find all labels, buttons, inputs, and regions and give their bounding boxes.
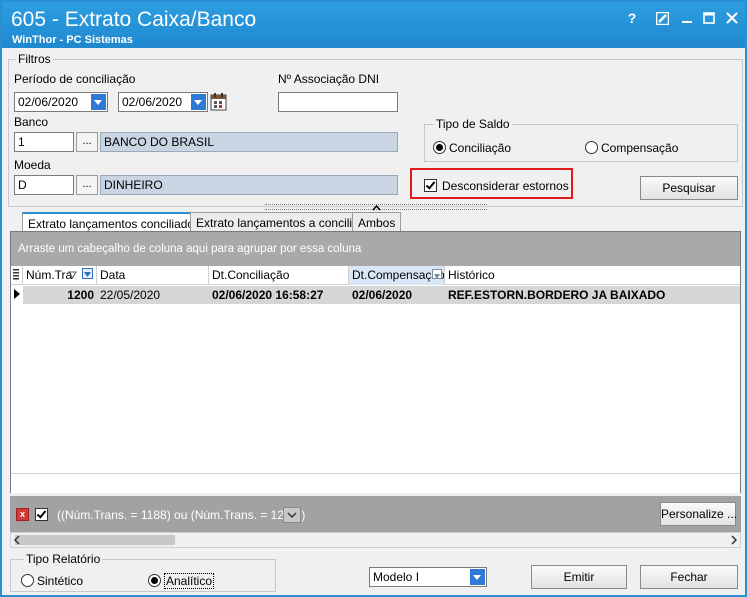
- banco-code-input[interactable]: 1: [14, 132, 74, 152]
- moeda-label: Moeda: [14, 158, 51, 172]
- modelo-select[interactable]: Modelo I: [369, 567, 487, 587]
- scrollbar-thumb[interactable]: [15, 535, 175, 545]
- grid-header: Núm.Tra Data Dt.Conciliação Dt.Compensaç…: [11, 266, 740, 285]
- tipo-relatorio-label: Tipo Relatório: [24, 552, 103, 566]
- cell-dt-conciliacao: 02/06/2020 16:58:27: [212, 288, 324, 302]
- compensacao-radio[interactable]: [585, 141, 598, 154]
- column-chooser-icon: [13, 269, 19, 280]
- col-num-trans-label: Núm.Tra: [26, 268, 73, 282]
- minimize-button[interactable]: [677, 8, 697, 28]
- date-from-dropdown-icon[interactable]: [91, 94, 106, 110]
- group-by-panel[interactable]: Arraste um cabeçalho de coluna aqui para…: [11, 232, 740, 266]
- personalize-button[interactable]: Personalize ...: [660, 502, 737, 526]
- window-title: 605 - Extrato Caixa/Banco: [11, 8, 257, 31]
- app-window: 605 - Extrato Caixa/Banco WinThor - PC S…: [0, 0, 747, 597]
- date-to-dropdown-icon[interactable]: [191, 94, 206, 110]
- tab-conciliados[interactable]: Extrato lançamentos conciliados: [22, 212, 207, 233]
- calendar-button[interactable]: [210, 92, 228, 111]
- row-pointer-icon: [11, 286, 23, 304]
- tab-a-conciliar[interactable]: Extrato lançamentos a conciliar: [190, 212, 369, 232]
- associacao-label: Nº Associação DNI: [278, 72, 380, 86]
- conciliacao-label: Conciliação: [449, 141, 512, 155]
- horizontal-scrollbar[interactable]: [10, 532, 741, 548]
- col-dt-compensacao-label: Dt.Compensação: [352, 268, 445, 282]
- associacao-input[interactable]: [278, 92, 398, 112]
- cell-historico: REF.ESTORN.BORDERO JA BAIXADO: [448, 288, 666, 302]
- filters-group-label: Filtros: [16, 52, 53, 66]
- help-button[interactable]: ?: [622, 8, 642, 28]
- check-icon: [425, 179, 436, 190]
- moeda-lookup-button[interactable]: ...: [76, 175, 98, 195]
- analitico-label: Analítico: [164, 573, 215, 589]
- maximize-button[interactable]: [699, 8, 719, 28]
- sintetico-label: Sintético: [37, 574, 84, 588]
- maximize-icon: [703, 12, 715, 24]
- chevron-down-icon: [287, 512, 297, 519]
- col-dt-conciliacao[interactable]: Dt.Conciliação: [209, 266, 349, 285]
- date-from-input[interactable]: 02/06/2020: [14, 92, 108, 112]
- filter-expression[interactable]: ((Núm.Trans. = 1188) ou (Núm.Trans. = 12…: [57, 508, 305, 522]
- compensacao-label: Compensação: [601, 141, 679, 155]
- col-dt-compensacao[interactable]: Dt.Compensação: [349, 266, 445, 285]
- row-indicator-header[interactable]: [11, 266, 23, 285]
- scroll-left-icon[interactable]: [13, 534, 21, 549]
- cell-data: 22/05/2020: [100, 288, 161, 302]
- emitir-button[interactable]: Emitir: [531, 565, 627, 589]
- analitico-radio[interactable]: [148, 574, 161, 587]
- calendar-icon: [210, 93, 227, 111]
- modelo-value: Modelo I: [373, 570, 420, 584]
- clear-filter-button[interactable]: x: [16, 508, 29, 521]
- grid-footer: [11, 473, 740, 493]
- scroll-right-icon[interactable]: [730, 534, 738, 549]
- banco-name-field: BANCO DO BRASIL: [100, 132, 398, 152]
- moeda-name-field: DINHEIRO: [100, 175, 398, 195]
- date-to-value: 02/06/2020: [122, 95, 183, 109]
- tab-ambos[interactable]: Ambos: [352, 212, 402, 232]
- data-grid: Arraste um cabeçalho de coluna aqui para…: [10, 231, 741, 493]
- minimize-icon: [682, 21, 692, 23]
- help-icon: ?: [627, 10, 637, 26]
- col-filter-icon[interactable]: [432, 269, 442, 279]
- col-historico[interactable]: Histórico: [445, 266, 740, 285]
- pesquisar-button[interactable]: Pesquisar: [640, 176, 738, 200]
- date-from-value: 02/06/2020: [18, 95, 79, 109]
- date-to-input[interactable]: 02/06/2020: [118, 92, 208, 112]
- cell-num-trans: 1200: [67, 288, 94, 302]
- col-data[interactable]: Data: [97, 266, 209, 285]
- filter-history-button[interactable]: [283, 507, 301, 523]
- sort-desc-icon[interactable]: [68, 269, 77, 283]
- window-subtitle: WinThor - PC Sistemas: [12, 34, 133, 46]
- title-bar[interactable]: 605 - Extrato Caixa/Banco WinThor - PC S…: [2, 2, 745, 48]
- filter-bar: x ((Núm.Trans. = 1188) ou (Núm.Trans. = …: [10, 496, 741, 532]
- moeda-code-input[interactable]: D: [14, 175, 74, 195]
- filter-enabled-checkbox[interactable]: [35, 508, 48, 521]
- desconsiderar-checkbox[interactable]: [424, 179, 437, 192]
- desconsiderar-label: Desconsiderar estornos: [442, 179, 569, 193]
- check-icon: [36, 508, 47, 519]
- close-button[interactable]: [722, 8, 742, 28]
- fechar-button[interactable]: Fechar: [640, 565, 738, 589]
- cell-dt-compensacao: 02/06/2020: [352, 288, 413, 302]
- modelo-dropdown-icon[interactable]: [470, 569, 485, 585]
- edit-button[interactable]: [652, 8, 672, 28]
- filter-active-icon[interactable]: [82, 268, 93, 279]
- conciliacao-radio[interactable]: [433, 141, 446, 154]
- sintetico-radio[interactable]: [21, 574, 34, 587]
- clear-filter-icon: x: [19, 509, 25, 519]
- close-icon: [726, 12, 738, 24]
- edit-window-icon: [655, 11, 669, 25]
- tipo-saldo-label: Tipo de Saldo: [434, 117, 512, 131]
- table-row[interactable]: 1200 22/05/2020 02/06/2020 16:58:27 02/0…: [11, 286, 740, 304]
- periodo-label: Período de conciliação: [14, 72, 136, 86]
- banco-label: Banco: [14, 115, 49, 129]
- banco-lookup-button[interactable]: ...: [76, 132, 98, 152]
